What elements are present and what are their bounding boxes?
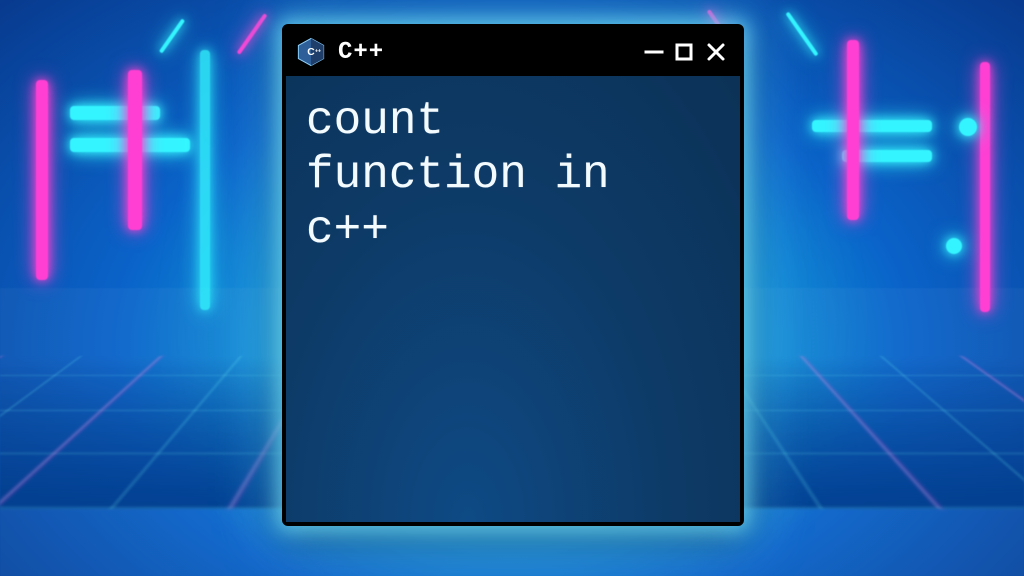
minimize-icon: [643, 41, 665, 63]
titlebar[interactable]: C ++ C++: [286, 28, 740, 76]
terminal-window: C ++ C++ count f: [282, 24, 744, 526]
terminal-body: count function in c++: [286, 76, 740, 522]
cpp-logo-icon: C ++: [296, 37, 326, 67]
maximize-icon: [674, 42, 694, 62]
close-button[interactable]: [704, 40, 728, 64]
svg-text:++: ++: [315, 48, 321, 54]
close-icon: [705, 41, 727, 63]
terminal-text: count function in c++: [306, 94, 722, 257]
maximize-button[interactable]: [672, 40, 696, 64]
svg-text:C: C: [307, 47, 315, 58]
window-title: C++: [338, 39, 384, 66]
minimize-button[interactable]: [642, 40, 666, 64]
window-controls: [642, 40, 728, 64]
